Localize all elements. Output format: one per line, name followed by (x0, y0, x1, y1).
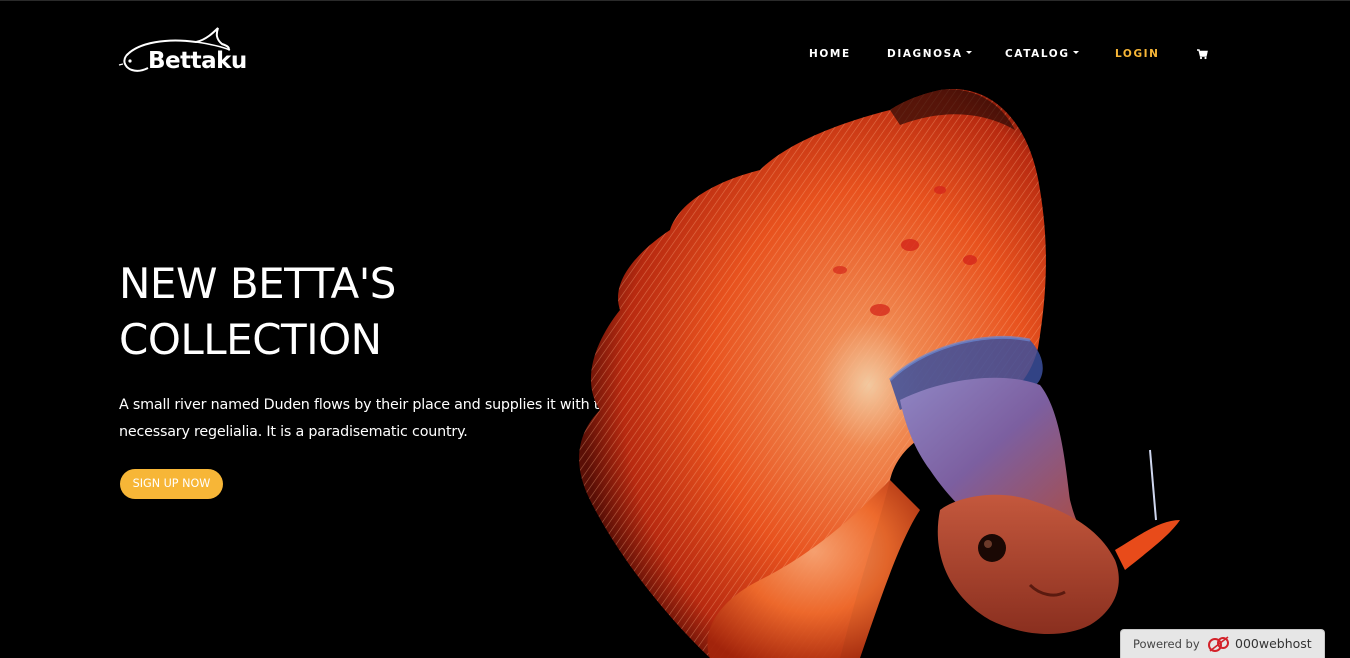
brand-logo[interactable]: Bettaku (118, 26, 258, 78)
hero-title-line2: COLLECTION (119, 315, 382, 364)
nav-home[interactable]: HOME (809, 46, 851, 62)
hero-title-line1: NEW BETTA'S (119, 259, 396, 308)
hero-title: NEW BETTA'S COLLECTION (119, 256, 559, 368)
webhost-brand-label: 000webhost (1235, 636, 1312, 651)
top-border (0, 0, 1350, 1)
nav-login[interactable]: LOGIN (1115, 46, 1160, 62)
cart-icon[interactable] (1196, 46, 1208, 62)
webhost-logo-icon (1207, 634, 1231, 654)
nav-login-label: LOGIN (1115, 48, 1160, 60)
sign-up-button[interactable]: SIGN UP NOW (120, 469, 223, 499)
powered-by-label: Powered by (1133, 637, 1200, 651)
nav-diagnosa-label: DIAGNOSA (887, 48, 963, 60)
logo-text: Bettaku (148, 48, 247, 74)
nav-catalog-label: CATALOG (1005, 48, 1070, 60)
nav-diagnosa[interactable]: DIAGNOSA (887, 46, 972, 62)
powered-by-badge[interactable]: Powered by 000webhost (1120, 629, 1325, 658)
betta-fish-image (560, 80, 1200, 658)
nav-catalog[interactable]: CATALOG (1005, 46, 1079, 62)
nav-home-label: HOME (809, 48, 851, 60)
caret-down-icon (1072, 51, 1079, 54)
caret-down-icon (965, 51, 972, 54)
